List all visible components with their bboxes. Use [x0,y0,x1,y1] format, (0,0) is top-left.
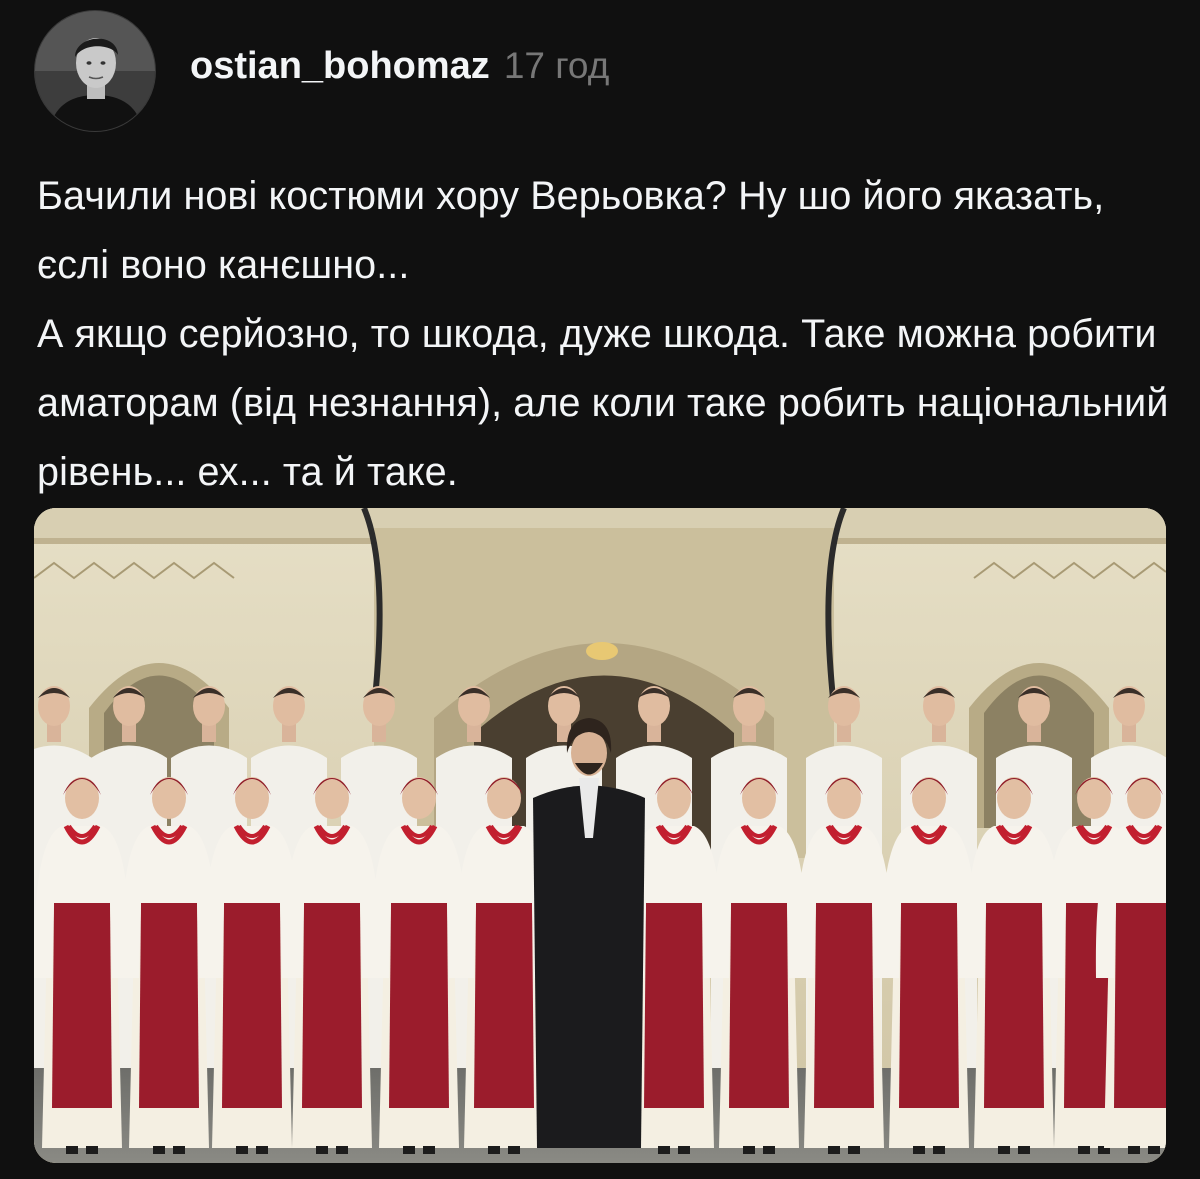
post-paragraph-1: Бачили нові костюми хору Верьовка? Ну шо… [37,174,1105,287]
choir-photo [34,508,1166,1163]
avatar-photo [35,11,155,131]
post-timestamp: 17 год [503,44,610,86]
post-image[interactable] [34,508,1166,1163]
avatar[interactable] [34,10,156,132]
threads-post: ostian_bohomaz 17 год Бачили нові костюм… [0,0,1200,1179]
post-paragraph-2: А якщо серйозно, то шкода, дуже шкода. Т… [37,312,1169,494]
post-header: ostian_bohomaz 17 год [34,10,609,132]
post-text: Бачили нові костюми хору Верьовка? Ну шо… [37,162,1177,507]
username-link[interactable]: ostian_bohomaz [190,45,490,88]
post-meta: ostian_bohomaz 17 год [190,45,609,88]
